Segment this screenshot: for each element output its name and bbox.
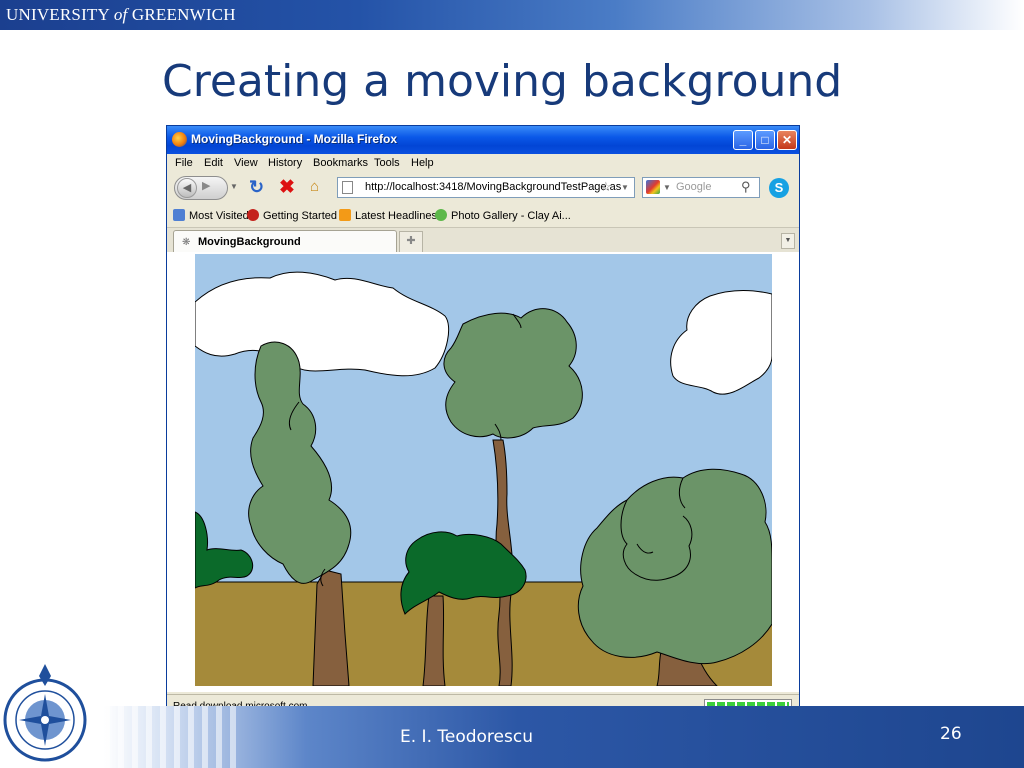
url-dropdown-icon[interactable]: ▼ [621,183,629,192]
bookmark-label: Latest Headlines [355,210,437,222]
menu-help[interactable]: Help [411,157,434,169]
footer-stripes [104,706,244,768]
back-icon[interactable]: ◀ [177,178,197,198]
bookmark-most-visited[interactable]: Most Visited [173,209,249,222]
bookmark-getting-started[interactable]: Getting Started [247,209,337,222]
university-wordmark-pre: UNIVERSITY [6,5,110,24]
bookmark-label: Getting Started [263,210,337,222]
tab-label: MovingBackground [198,236,301,248]
tab-moving-background[interactable]: ❋ MovingBackground [173,230,397,253]
bookmark-star-icon[interactable]: ☆ [600,179,612,195]
address-bar[interactable]: http://localhost:3418/MovingBackgroundTe… [337,177,635,198]
rss-icon [339,209,351,221]
getting-started-icon [247,209,259,221]
slide-page-number: 26 [940,724,962,744]
firefox-icon [172,132,187,147]
photo-gallery-icon [435,209,447,221]
most-visited-icon [173,209,185,221]
bookmark-latest-headlines[interactable]: Latest Headlines [339,209,437,222]
minimize-button[interactable]: _ [733,130,753,150]
bookmarks-toolbar: Most Visited Getting Started Latest Head… [167,204,799,226]
firefox-window: MovingBackground - Mozilla Firefox _ □ ✕… [166,125,800,718]
bookmark-label: Photo Gallery - Clay Ai... [451,210,571,222]
new-tab-icon[interactable]: ✚ [399,231,423,252]
search-engine-dropdown-icon[interactable]: ▼ [663,183,671,192]
tab-list-dropdown-icon[interactable]: ▼ [781,233,795,249]
menu-file[interactable]: File [175,157,193,169]
stop-icon[interactable]: ✖ [279,176,295,199]
forward-icon[interactable]: ▶ [202,179,210,192]
window-title: MovingBackground - Mozilla Firefox [191,132,398,146]
skype-icon[interactable]: S [769,178,789,198]
reload-icon[interactable]: ↻ [249,177,264,198]
slide-title: Creating a moving background [162,56,843,107]
slide-footer-band [104,706,1024,768]
google-icon[interactable] [646,180,660,194]
search-box[interactable]: ▼ Google ⚲ [642,177,760,198]
menu-view[interactable]: View [234,157,258,169]
magnifier-icon[interactable]: ⚲ [741,179,751,195]
menu-bookmarks[interactable]: Bookmarks [313,157,368,169]
menu-history[interactable]: History [268,157,302,169]
maximize-button[interactable]: □ [755,130,775,150]
university-wordmark-of: of [113,5,128,24]
page-content [167,252,799,692]
spinner-icon: ❋ [182,237,191,248]
menu-tools[interactable]: Tools [374,157,400,169]
bookmark-photo-gallery[interactable]: Photo Gallery - Clay Ai... [435,209,571,222]
back-forward-buttons: ◀ ▶ [174,176,228,200]
tree-middle-foliage [443,308,583,439]
home-icon[interactable]: ⌂ [310,178,319,195]
url-text[interactable]: http://localhost:3418/MovingBackgroundTe… [365,181,621,193]
history-dropdown-icon[interactable]: ▼ [230,182,238,191]
university-seal-icon [3,664,87,762]
university-wordmark: UNIVERSITY of GREENWICH [6,5,236,25]
window-titlebar[interactable]: MovingBackground - Mozilla Firefox _ □ ✕ [167,126,799,154]
tab-strip: ❋ MovingBackground ✚ ▼ [167,227,799,253]
page-icon [342,181,353,194]
navigation-toolbar: ◀ ▶ ▼ ↻ ✖ ⌂ http://localhost:3418/Moving… [167,172,799,204]
menu-edit[interactable]: Edit [204,157,223,169]
slide-header-band: UNIVERSITY of GREENWICH [0,0,1024,30]
university-wordmark-post: GREENWICH [131,5,236,24]
search-placeholder[interactable]: Google [676,181,711,193]
bookmark-label: Most Visited [189,210,249,222]
menu-bar: File Edit View History Bookmarks Tools H… [167,154,799,172]
slide-author: E. I. Teodorescu [400,727,533,747]
close-button[interactable]: ✕ [777,130,797,150]
moving-background-scene[interactable] [195,254,772,686]
